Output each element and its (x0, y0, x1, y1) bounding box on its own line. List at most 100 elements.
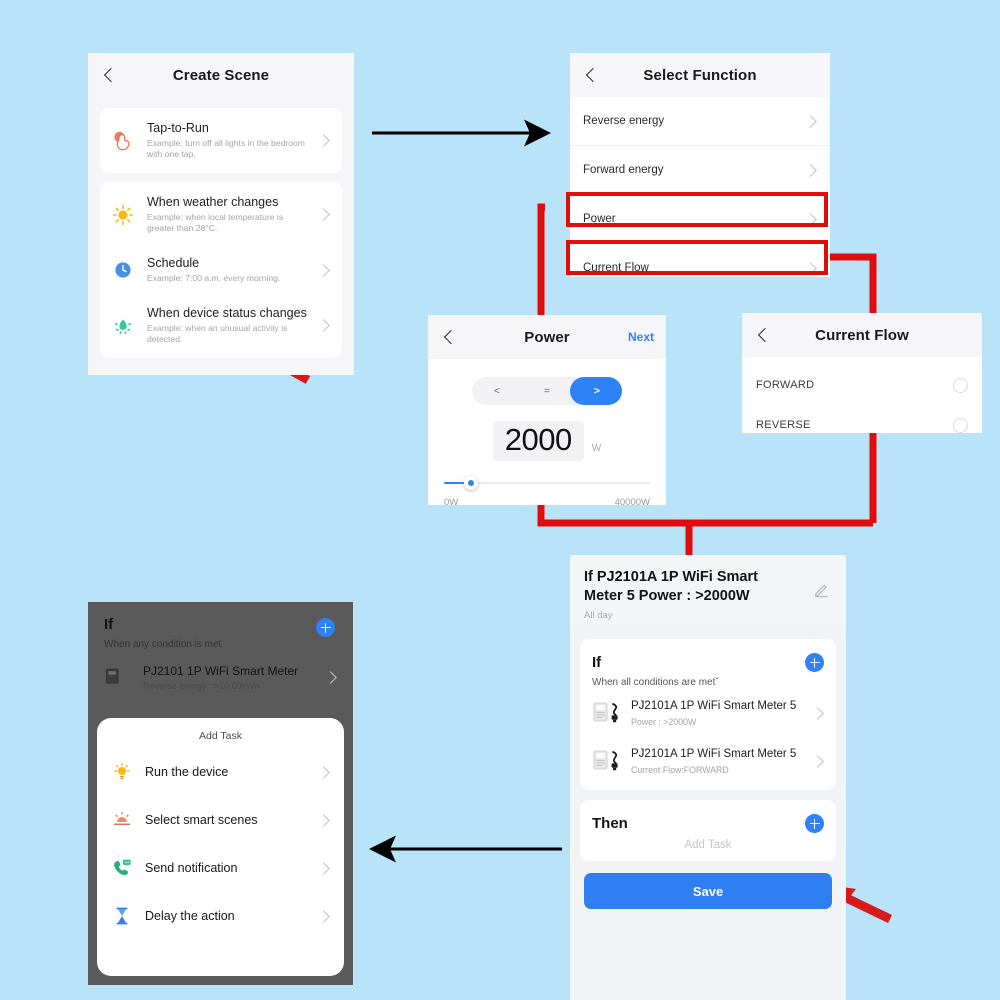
operator-equals[interactable]: = (522, 385, 572, 397)
dim-if-label: If (104, 616, 114, 633)
function-item-reverse-energy[interactable]: Reverse energy (570, 97, 830, 146)
dim-device-row: PJ2101 1P WiFi Smart Meter Reverse energ… (104, 650, 337, 691)
chevron-left-icon[interactable] (756, 328, 770, 342)
power-value-field[interactable]: 2000 (492, 421, 584, 461)
task-item-delay-action[interactable]: Delay the action (97, 892, 344, 940)
function-item-forward-energy[interactable]: Forward energy (570, 146, 830, 195)
scene-item-desc: Example: when local temperature is great… (147, 212, 284, 233)
chevron-right-icon (319, 265, 330, 276)
task-item-send-notification[interactable]: Send notification (97, 844, 344, 892)
dim-device-name: PJ2101 1P WiFi Smart Meter (143, 664, 299, 678)
condition-row-power[interactable]: PJ2101A 1P WiFi Smart Meter 5 Power : >2… (580, 688, 836, 736)
task-label: Send notification (145, 861, 238, 875)
operator-segmented-control[interactable]: < = > (472, 377, 622, 405)
power-unit: W (591, 443, 602, 454)
add-task-sheet: Add Task Run the device Select smart sce… (97, 718, 344, 976)
power-slider[interactable] (444, 476, 650, 490)
create-scene-navbar: Create Scene (88, 53, 354, 97)
condition-name: PJ2101A 1P WiFi Smart Meter 5 (631, 700, 797, 712)
scene-icon (111, 809, 133, 831)
chevron-right-icon (326, 672, 337, 683)
scene-item-desc: Example: when an unusual activity is det… (147, 323, 288, 344)
radio-icon[interactable] (953, 377, 968, 393)
option-label: FORWARD (756, 379, 815, 391)
dim-device-detail: Reverse energy : >10.00kWh (143, 681, 260, 691)
dim-if-sub: When any condition is met (104, 639, 222, 650)
chevron-right-icon (319, 209, 330, 220)
if-condition-mode[interactable]: When all conditions are metˇ (580, 672, 836, 688)
task-label: Delay the action (145, 909, 235, 923)
operator-less-than[interactable]: < (472, 385, 522, 397)
task-item-run-device[interactable]: Run the device (97, 748, 344, 796)
bulb-icon (111, 761, 133, 783)
plus-circle-icon-dim (316, 618, 335, 637)
if-card: If When all conditions are metˇ PJ2101A … (580, 639, 836, 790)
radio-icon[interactable] (953, 417, 968, 433)
add-task-panel: If When any condition is met PJ2101 1P W… (88, 602, 353, 985)
scene-item-title: Schedule (147, 256, 200, 270)
power-value: 2000 (504, 422, 572, 457)
if-label: If (592, 654, 602, 671)
slider-max-label: 40000W (614, 497, 650, 505)
slider-thumb[interactable] (464, 476, 478, 490)
plus-circle-icon-if[interactable] (805, 653, 824, 672)
scene-item-title: When weather changes (147, 195, 279, 209)
condition-name: PJ2101A 1P WiFi Smart Meter 5 (631, 748, 797, 760)
summary-header: If PJ2101A 1P WiFi Smart Meter 5 Power :… (570, 555, 846, 631)
operator-greater-than[interactable]: > (572, 385, 622, 397)
task-item-smart-scenes[interactable]: Select smart scenes (97, 796, 344, 844)
chevron-right-icon (806, 116, 817, 127)
scene-item-schedule[interactable]: Schedule Example: 7:00 a.m. every mornin… (100, 245, 342, 295)
hourglass-icon (111, 905, 133, 927)
sheet-title: Add Task (199, 730, 242, 742)
scene-item-weather[interactable]: When weather changes Example: when local… (100, 184, 342, 245)
chevron-left-icon[interactable] (442, 330, 456, 344)
motion-sensor-icon (110, 313, 136, 339)
smart-meter-icon (592, 700, 622, 726)
smart-meter-icon (104, 665, 134, 691)
current-flow-panel: Current Flow FORWARD REVERSE (742, 313, 982, 433)
page-title: Current Flow (815, 326, 909, 344)
then-label: Then (592, 815, 628, 832)
page-title: Power (524, 328, 570, 346)
tap-hand-icon (110, 128, 136, 154)
power-panel: Power Next < = > 2000 W 0W 40000W (428, 315, 666, 505)
summary-subtitle: All day (584, 610, 613, 621)
page-title: Create Scene (172, 66, 270, 84)
add-task-placeholder[interactable]: Add Task (592, 839, 824, 851)
chevron-left-icon[interactable] (102, 68, 116, 82)
option-label: REVERSE (756, 419, 811, 431)
chevron-right-icon (813, 756, 824, 767)
smart-meter-icon (592, 748, 622, 774)
slider-min-label: 0W (444, 497, 459, 505)
condition-row-current-flow[interactable]: PJ2101A 1P WiFi Smart Meter 5 Current Fl… (580, 736, 836, 784)
create-scene-panel: Create Scene Tap-to-Run Example: turn of… (88, 53, 354, 375)
scene-item-desc: Example: 7:00 a.m. every morning. (147, 273, 281, 283)
chevron-left-icon[interactable] (584, 68, 598, 82)
page-title: Select Function (643, 66, 757, 84)
current-flow-option-forward[interactable]: FORWARD (742, 365, 982, 405)
chevron-right-icon (319, 815, 330, 826)
chevron-right-icon (319, 135, 330, 146)
chevron-right-icon (319, 320, 330, 331)
chevron-right-icon (813, 708, 824, 719)
scene-item-tap-to-run[interactable]: Tap-to-Run Example: turn off all lights … (100, 110, 342, 171)
scene-summary-panel: If PJ2101A 1P WiFi Smart Meter 5 Power :… (570, 555, 846, 1000)
flow-diagram: Create Scene Tap-to-Run Example: turn of… (0, 0, 1000, 1000)
sun-icon (110, 202, 136, 228)
save-button[interactable]: Save (584, 873, 832, 909)
pencil-icon[interactable] (813, 581, 830, 598)
next-button[interactable]: Next (628, 330, 654, 344)
condition-detail: Current Flow:FORWARD (631, 765, 729, 775)
plus-circle-icon-then[interactable] (805, 814, 824, 833)
task-label: Run the device (145, 765, 229, 779)
current-flow-option-reverse[interactable]: REVERSE (742, 405, 982, 433)
scene-group-taprun: Tap-to-Run Example: turn off all lights … (100, 108, 342, 173)
scene-item-title: Tap-to-Run (147, 121, 209, 135)
scene-item-device-status[interactable]: When device status changes Example: when… (100, 295, 342, 356)
function-label: Forward energy (583, 164, 664, 176)
chevron-right-icon (319, 863, 330, 874)
phone-notification-icon (111, 857, 133, 879)
then-card: Then Add Task (580, 800, 836, 861)
highlight-box-current-flow (566, 240, 828, 275)
